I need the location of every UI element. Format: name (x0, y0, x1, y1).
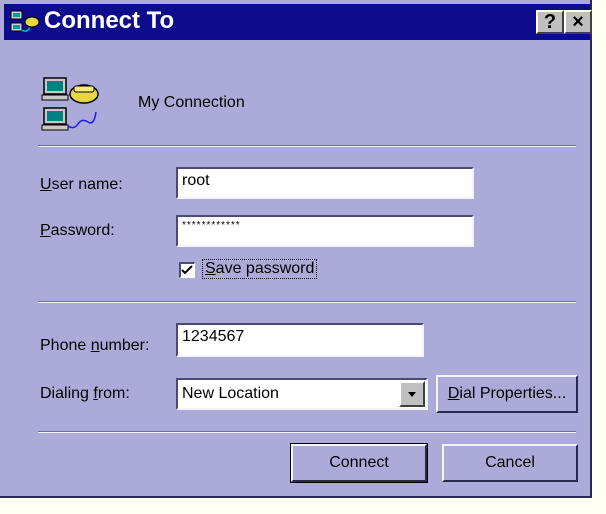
dialing-from-label: Dialing from: (40, 385, 130, 402)
save-password-label[interactable]: Save password (202, 259, 318, 279)
username-label: User name: (40, 176, 123, 193)
dialup-network-icon (10, 10, 40, 32)
cancel-button[interactable]: Cancel (442, 444, 578, 482)
connection-name: My Connection (138, 94, 245, 111)
dial-properties-button[interactable]: Dial Properties... (436, 375, 578, 413)
chevron-down-icon (408, 392, 416, 397)
separator (38, 431, 576, 433)
password-label: Password: (40, 222, 115, 239)
phone-number-label: Phone number: (40, 337, 150, 354)
title-bar[interactable]: Connect To ? × (4, 4, 592, 40)
dropdown-button[interactable] (399, 381, 425, 407)
username-input[interactable]: root (176, 167, 474, 199)
save-password-checkbox[interactable] (179, 262, 195, 278)
window-title: Connect To (44, 7, 175, 34)
dialing-from-select[interactable]: New Location (176, 378, 428, 410)
connect-button[interactable]: Connect (290, 443, 428, 483)
separator (38, 145, 576, 147)
password-input[interactable]: ************ (176, 215, 474, 247)
close-button[interactable]: × (564, 10, 592, 34)
connect-to-dialog: Connect To ? × My Connection User name: … (0, 0, 592, 498)
checkmark-icon (181, 265, 193, 275)
phone-number-input[interactable]: 1234567 (176, 323, 424, 357)
connection-icon (41, 77, 99, 131)
separator (38, 301, 576, 303)
help-button[interactable]: ? (536, 10, 564, 34)
